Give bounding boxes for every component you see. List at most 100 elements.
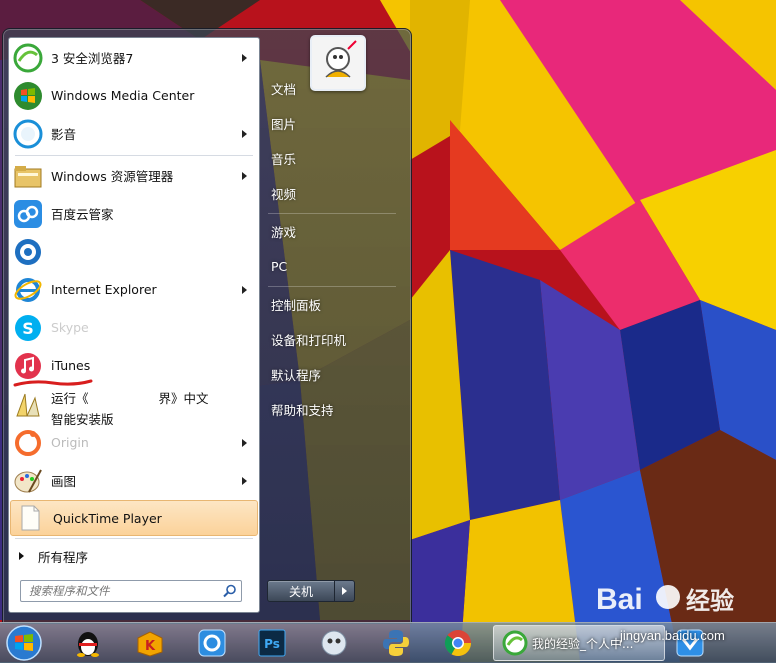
separator: [268, 286, 396, 287]
python-icon: [383, 630, 409, 656]
program-item-360-browser[interactable]: 3 安全浏览器7: [9, 39, 259, 76]
program-label: Windows Media Center: [51, 88, 195, 103]
program-item-video-player[interactable]: 影音: [9, 115, 259, 152]
start-button[interactable]: [4, 624, 44, 662]
svg-text:Bai: Bai: [596, 583, 643, 616]
shutdown-label: 关机: [288, 584, 313, 599]
browser-360-icon: [13, 43, 43, 72]
installer-icon: [16, 393, 40, 417]
qq-penguin-icon: [77, 632, 99, 657]
start-link-videos[interactable]: 视频: [265, 178, 397, 208]
svg-text:Ps: Ps: [264, 637, 280, 651]
skype-icon: S: [15, 314, 41, 341]
mascot-app-icon: [321, 630, 347, 656]
start-link-default-programs[interactable]: 默认程序: [265, 359, 397, 389]
baidu-jingyan-watermark: Bai 经验: [596, 583, 734, 616]
submenu-arrow-icon[interactable]: [242, 53, 247, 62]
watermark-url: jingyan.baidu.com: [620, 628, 725, 643]
program-item-paint[interactable]: 画图: [9, 462, 259, 499]
start-link-music[interactable]: 音乐: [265, 143, 397, 173]
shutdown-options-button[interactable]: [334, 580, 355, 602]
submenu-arrow-icon[interactable]: [242, 476, 247, 485]
paint-icon: [14, 469, 42, 492]
program-item-windows-media-center[interactable]: Windows Media Center: [9, 77, 259, 114]
program-item-app[interactable]: [9, 233, 259, 270]
internet-explorer-icon: [14, 277, 42, 302]
start-link-games[interactable]: 游戏: [265, 216, 397, 246]
separator: [15, 155, 253, 156]
program-label: 运行《: [51, 391, 89, 406]
browser-360-icon: [502, 630, 528, 656]
origin-icon: [15, 429, 41, 456]
program-item-origin[interactable]: Origin: [9, 424, 259, 461]
app-icon: [15, 238, 41, 265]
program-item-installer[interactable]: 运行《 界》中文 智能安装版: [9, 386, 259, 427]
file-explorer-icon: [14, 165, 42, 187]
start-link-pictures[interactable]: 图片: [265, 108, 397, 138]
program-label: Windows 资源管理器: [51, 169, 174, 184]
submenu-arrow-icon[interactable]: [242, 438, 247, 447]
game-box-icon: K: [137, 631, 163, 657]
program-label: QuickTime Player: [53, 510, 162, 526]
taskbar-kugou-game[interactable]: K: [128, 626, 172, 660]
taskbar-photoshop[interactable]: Ps: [250, 626, 294, 660]
media-center-icon: [14, 81, 42, 110]
program-label: iTunes: [51, 358, 91, 373]
submenu-arrow-icon[interactable]: [242, 285, 247, 294]
start-link-help-support[interactable]: 帮助和支持: [265, 394, 397, 424]
start-link-label: 视频: [271, 186, 297, 202]
start-link-control-panel[interactable]: 控制面板: [265, 289, 397, 319]
baidu-cloud-icon: [14, 199, 42, 228]
video-player-icon: [13, 119, 43, 148]
expand-arrow-icon: [19, 552, 24, 560]
separator: [268, 213, 396, 214]
app-blue-icon: [198, 629, 226, 657]
program-label: Internet Explorer: [51, 282, 157, 297]
all-programs-button[interactable]: 所有程序: [9, 543, 259, 569]
search-input[interactable]: [27, 583, 221, 599]
program-label: 3 安全浏览器7: [51, 51, 134, 66]
svg-text:K: K: [145, 639, 156, 654]
search-box[interactable]: [20, 580, 242, 602]
start-link-label: 文档: [271, 81, 297, 97]
program-label: 画图: [51, 474, 77, 489]
program-item-internet-explorer[interactable]: Internet Explorer: [9, 271, 259, 308]
program-label: 影音: [51, 127, 77, 142]
search-icon[interactable]: [222, 583, 238, 599]
taskbar-qq[interactable]: [66, 626, 110, 660]
program-label-suffix: 界》中文: [158, 391, 209, 406]
start-link-label: 默认程序: [271, 367, 322, 383]
start-link-label: PC: [271, 258, 288, 274]
start-menu-programs-pane: 3 安全浏览器7 Windows Media Center 影音 Windows…: [8, 37, 260, 613]
program-item-quicktime[interactable]: QuickTime Player: [10, 500, 258, 536]
itunes-icon: [15, 352, 41, 379]
taskbar-python[interactable]: [374, 626, 418, 660]
program-label: 百度云管家: [51, 207, 114, 222]
taskbar-window-title: 我的经验_个人中...: [532, 636, 634, 651]
program-item-windows-explorer[interactable]: Windows 资源管理器: [9, 157, 259, 194]
shutdown-button[interactable]: 关机: [267, 580, 335, 602]
program-label: Origin: [51, 435, 89, 450]
submenu-arrow-icon[interactable]: [242, 171, 247, 180]
start-link-label: 控制面板: [271, 297, 322, 313]
start-link-label: 设备和打印机: [271, 332, 347, 348]
start-link-documents[interactable]: 文档: [265, 73, 397, 103]
start-link-label: 游戏: [271, 224, 297, 240]
start-link-devices-printers[interactable]: 设备和打印机: [265, 324, 397, 354]
taskbar-chrome[interactable]: [436, 626, 480, 660]
program-label: Skype: [51, 320, 89, 335]
taskbar-app-mascot[interactable]: [312, 626, 356, 660]
start-link-computer[interactable]: PC: [265, 251, 397, 281]
program-item-baidu-cloud[interactable]: 百度云管家: [9, 195, 259, 232]
quicktime-icon: [21, 505, 40, 531]
program-item-skype[interactable]: S Skype: [9, 309, 259, 346]
start-link-label: 图片: [271, 116, 297, 132]
start-link-label: 音乐: [271, 151, 297, 167]
taskbar-app-blue[interactable]: [190, 626, 234, 660]
all-programs-label: 所有程序: [38, 549, 89, 565]
svg-text:经验: 经验: [686, 587, 734, 615]
start-link-label: 帮助和支持: [271, 402, 334, 418]
submenu-arrow-icon[interactable]: [242, 129, 247, 138]
svg-text:S: S: [22, 319, 34, 338]
separator: [15, 538, 253, 539]
